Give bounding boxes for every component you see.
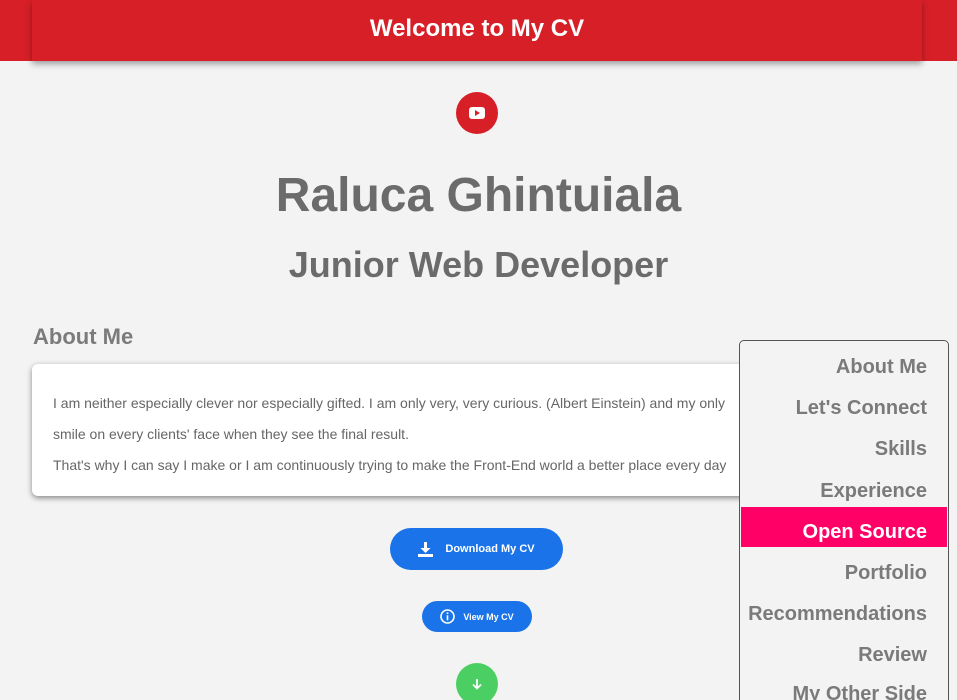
scroll-down-button[interactable] — [456, 663, 498, 700]
about-line: I am neither especially clever nor espec… — [53, 395, 726, 411]
view-cv-label: View My CV — [463, 611, 514, 622]
nav-item-my-other-side[interactable]: My Other Side — [793, 683, 927, 700]
profile-role: Junior Web Developer — [288, 244, 669, 285]
arrow-down-icon — [472, 679, 482, 690]
nav-item-experience[interactable]: Experience — [820, 480, 927, 503]
nav-item-recommendations[interactable]: Recommendations — [748, 603, 927, 626]
profile-name: Raluca Ghintuiala — [275, 169, 682, 222]
youtube-icon — [469, 107, 485, 119]
info-icon — [440, 609, 456, 624]
download-cv-label: Download My CV — [445, 543, 535, 555]
nav-item-review[interactable]: Review — [858, 644, 927, 667]
nav-item-skills[interactable]: Skills — [875, 438, 927, 461]
cv-page: Welcome to My CV Raluca Ghintuiala Junio… — [0, 0, 957, 700]
section-nav-menu: About Me Let's Connect Skills Experience… — [739, 340, 949, 700]
about-line: smile on every clients' face when they s… — [53, 426, 409, 442]
nav-item-open-source[interactable]: Open Source — [803, 521, 927, 544]
nav-item-lets-connect[interactable]: Let's Connect — [796, 397, 927, 420]
about-card: I am neither especially clever nor espec… — [32, 364, 792, 496]
about-text: I am neither especially clever nor espec… — [53, 388, 792, 481]
download-cv-button[interactable]: Download My CV — [390, 528, 563, 570]
about-heading: About Me — [33, 324, 134, 349]
youtube-button[interactable] — [456, 92, 498, 134]
nav-item-portfolio[interactable]: Portfolio — [845, 562, 927, 585]
about-line: That's why I can say I make or I am cont… — [53, 457, 727, 473]
download-icon — [418, 541, 434, 557]
page-title: Welcome to My CV — [369, 14, 585, 42]
nav-item-about-me[interactable]: About Me — [836, 356, 927, 379]
header-panel: Welcome to My CV — [32, 0, 922, 61]
header-bar: Welcome to My CV — [0, 0, 957, 61]
view-cv-button[interactable]: View My CV — [422, 601, 532, 632]
